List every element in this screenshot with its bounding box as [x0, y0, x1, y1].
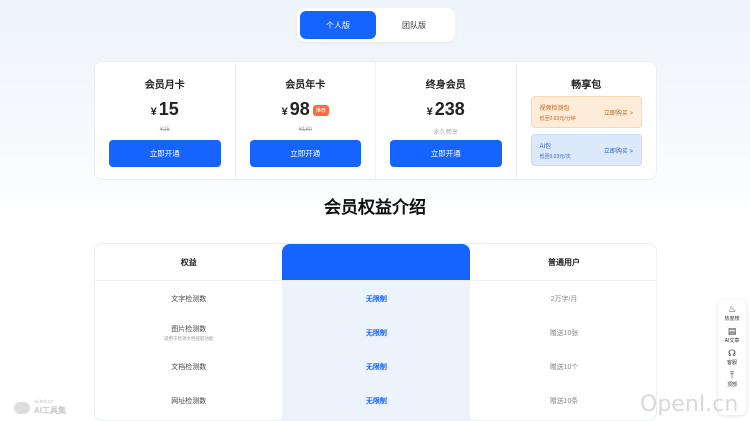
doc-icon: ▤	[727, 326, 737, 336]
benefit-note: 适用于检测文档提取功能	[164, 336, 214, 341]
subscribe-lifetime-button[interactable]: 立即开通	[390, 140, 502, 167]
top-icon: ⤒	[730, 370, 734, 380]
plan-pack: 畅享包 视频检测包 低至0.03元/分钟 立即购买 > AI包 低至0.03元/…	[517, 62, 657, 179]
price-row: ¥ 238	[427, 99, 465, 121]
watermark-big: AI工具集	[34, 406, 66, 415]
buy-video-pack-link[interactable]: 立即购买 >	[604, 108, 633, 117]
tab-personal[interactable]: 个人版	[300, 11, 376, 39]
pack-name: 视频检测包	[539, 105, 570, 112]
plan-title: 畅享包	[571, 80, 602, 91]
row-normal-value: 赠送10张	[549, 330, 579, 337]
sidebar-item-top[interactable]: ⤒ 顶部	[727, 370, 737, 388]
header-member: 会员	[368, 257, 385, 267]
headset-icon: ☊	[727, 348, 736, 358]
benefit-name: 文字检测数	[171, 296, 207, 303]
sidebar-item-service[interactable]: ☊ 客服	[727, 348, 737, 366]
table-row: 文字检测数 无限制 2万字/月	[95, 282, 656, 316]
sidebar-label: AI文章	[724, 338, 740, 344]
row-benefit: 图片检测数 适用于检测文档提取功能	[95, 316, 283, 350]
sidebar-label: 客服	[726, 360, 737, 366]
row-member-value: 无限制	[365, 296, 387, 303]
row-benefit: 文字检测数	[95, 282, 283, 316]
lifetime-note: 永久畅享	[433, 130, 458, 136]
subscribe-yearly-button[interactable]: 立即开通	[249, 140, 361, 167]
recommend-badge: 推荐	[312, 104, 329, 116]
plan-title: 会员年卡	[285, 80, 326, 91]
benefit-name: 网址检测数	[171, 398, 207, 405]
video-pack-card[interactable]: 视频检测包 低至0.03元/分钟 立即购买 >	[530, 96, 642, 128]
table-row: 文档检测数 无限制 赠送10个	[95, 350, 656, 384]
fire-icon: ♨	[727, 304, 737, 314]
sidebar-item-ai-article[interactable]: ▤ AI文章	[725, 326, 740, 344]
plans-panel: 会员月卡 ¥ 15 ¥25 立即开通 会员年卡 ¥ 98 推荐 ¥180 立即开…	[94, 61, 657, 180]
edition-toggle: 个人版 团队版	[297, 8, 455, 42]
currency-symbol: ¥	[426, 106, 433, 118]
pack-name: AI包	[539, 143, 552, 150]
section-title: 会员权益介绍	[324, 198, 426, 217]
pack-price: 低至0.03元/次	[539, 153, 571, 160]
price-row: ¥ 98 推荐	[282, 99, 329, 121]
ai-pack-card[interactable]: AI包 低至0.03元/次 立即购买 >	[530, 134, 642, 166]
sidebar-label: 热度榜	[724, 316, 740, 322]
row-member-value: 无限制	[365, 364, 387, 371]
currency-symbol: ¥	[281, 106, 288, 118]
subscribe-monthly-button[interactable]: 立即开通	[109, 140, 221, 167]
row-normal-value: 2万字/月	[550, 296, 578, 303]
row-benefit: 文档检测数	[95, 350, 283, 384]
table-row: 图片检测数 适用于检测文档提取功能 无限制 赠送10张	[95, 316, 656, 350]
row-member-value: 无限制	[365, 330, 387, 337]
benefit-name: 文档检测数	[171, 364, 207, 371]
plan-yearly: 会员年卡 ¥ 98 推荐 ¥180 立即开通	[236, 62, 376, 179]
header-normal: 普通用户	[547, 257, 580, 267]
buy-ai-pack-link[interactable]: 立即购买 >	[604, 146, 633, 155]
benefit-name: 图片检测数	[171, 326, 207, 333]
price-row: ¥ 15	[151, 99, 179, 121]
price-value: 98	[289, 99, 310, 119]
row-member-value: 无限制	[365, 398, 387, 405]
table-row: 网址检测数 无限制 赠送10条	[95, 384, 656, 418]
header-benefit: 权益	[180, 257, 197, 267]
sidebar-label: 顶部	[726, 382, 737, 388]
tab-team[interactable]: 团队版	[376, 11, 452, 39]
pack-price: 低至0.03元/分钟	[539, 115, 576, 122]
row-normal-value: 赠送10条	[549, 398, 579, 405]
watermark-right: OpenI.cn	[640, 392, 739, 417]
watermark-left: ai-bot.cn AI工具集	[14, 399, 66, 416]
plan-title: 终身会员	[425, 80, 466, 91]
sidebar-item-hot[interactable]: ♨ 热度榜	[724, 304, 739, 322]
table-header: 权益 会员 普通用户	[95, 244, 656, 281]
currency-symbol: ¥	[150, 106, 157, 118]
price-value: 238	[434, 99, 465, 119]
original-price: ¥180	[298, 127, 312, 133]
benefits-table: 权益 会员 普通用户 文字检测数 无限制 2万字/月 图片检测数 适用于检测文档…	[94, 243, 657, 421]
plan-title: 会员月卡	[144, 80, 185, 91]
price-value: 15	[158, 99, 179, 119]
plan-monthly: 会员月卡 ¥ 15 ¥25 立即开通	[95, 62, 236, 179]
plan-lifetime: 终身会员 ¥ 238 永久畅享 立即开通	[376, 62, 517, 179]
row-normal-value: 赠送10个	[549, 364, 579, 371]
watermark-logo-icon	[14, 401, 30, 414]
row-benefit: 网址检测数	[95, 384, 283, 418]
original-price: ¥25	[159, 127, 170, 133]
